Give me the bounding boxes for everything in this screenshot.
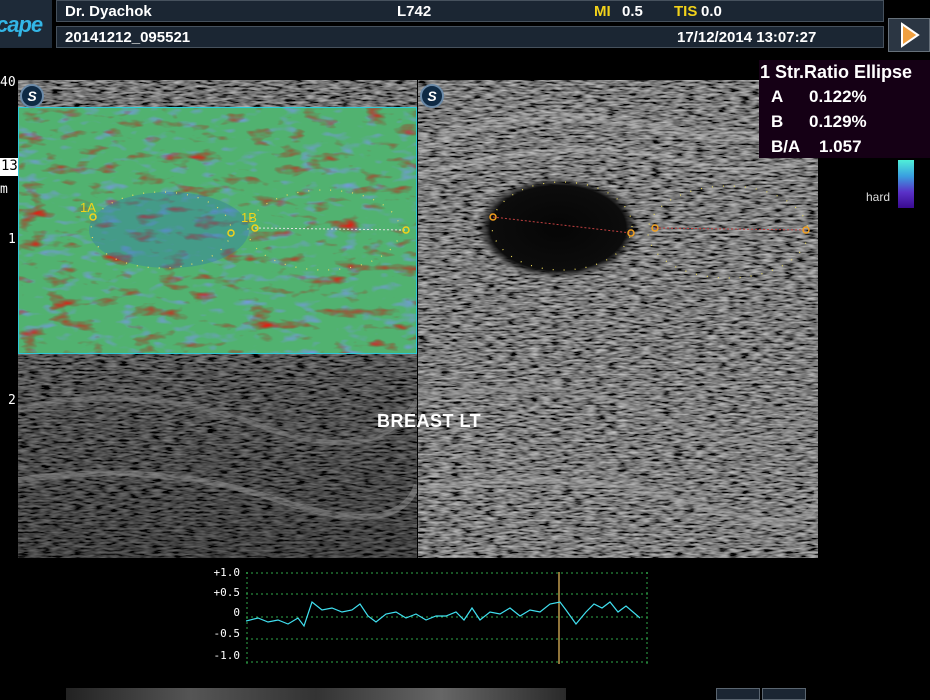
ruler-top-label: 40 bbox=[0, 75, 16, 90]
graph-y-label: +1.0 bbox=[213, 566, 241, 579]
graph-y-label: -1.0 bbox=[213, 649, 241, 662]
bottom-button-1[interactable] bbox=[716, 688, 760, 700]
ratio-b-label: B bbox=[771, 112, 784, 131]
ruler-mark-2: 2 bbox=[8, 393, 16, 408]
ultrasound-image-right[interactable] bbox=[418, 80, 818, 558]
s-badge-left: S bbox=[20, 84, 44, 108]
mi-label: MI bbox=[594, 3, 611, 20]
graph-y-label: +0.5 bbox=[213, 586, 241, 599]
ratio-ba-label: B/A bbox=[771, 137, 801, 156]
header-row-study: 20141212_095521 17/12/2014 13:07:27 bbox=[56, 26, 884, 48]
tis-value: 0.0 bbox=[701, 3, 722, 20]
brand-logo: cape bbox=[0, 0, 52, 48]
ruler-mark-1: 1 bbox=[8, 232, 16, 247]
study-id: 20141212_095521 bbox=[65, 29, 191, 46]
probe-name: L742 bbox=[397, 3, 432, 20]
study-datetime: 17/12/2014 13:07:27 bbox=[677, 29, 817, 46]
cine-scrollbar[interactable] bbox=[66, 688, 566, 700]
strain-ratio-title: 1 Str.Ratio Ellipse bbox=[760, 62, 913, 82]
marker-label-1b: 1B bbox=[241, 210, 257, 225]
strain-ratio-panel: 1 Str.Ratio Ellipse A 0.122% B 0.129% B/… bbox=[759, 60, 930, 158]
ratio-ba-value: 1.057 bbox=[819, 137, 862, 156]
ratio-a-label: A bbox=[771, 87, 784, 106]
header-row-patient: Dr. Dyachok L742 MI 0.5 TIS 0.0 bbox=[56, 0, 884, 22]
s-badge-right: S bbox=[420, 84, 444, 108]
ratio-a-value: 0.122% bbox=[809, 87, 867, 106]
measurement-overlay-left bbox=[89, 189, 410, 271]
graph-y-label: 0 bbox=[233, 606, 240, 619]
elasticity-color-scale bbox=[898, 160, 914, 208]
mi-value: 0.5 bbox=[622, 3, 643, 20]
bottom-button-2[interactable] bbox=[762, 688, 806, 700]
brand-logo-text: cape bbox=[0, 12, 43, 37]
play-icon bbox=[901, 22, 920, 48]
color-scale-hard-label: hard bbox=[866, 190, 891, 204]
header-bar: cape Dr. Dyachok L742 MI 0.5 TIS 0.0 201… bbox=[0, 0, 930, 52]
depth-unit: m bbox=[0, 182, 8, 197]
play-button[interactable] bbox=[888, 18, 930, 52]
body-mark-annotation[interactable]: BREAST LT bbox=[377, 411, 481, 432]
strain-waveform bbox=[246, 572, 648, 664]
graph-y-label: -0.5 bbox=[213, 627, 241, 640]
marker-label-1a: 1A bbox=[80, 200, 96, 215]
ratio-b-value: 0.129% bbox=[809, 112, 867, 131]
tis-label: TIS bbox=[674, 3, 698, 20]
doctor-name: Dr. Dyachok bbox=[65, 3, 152, 20]
